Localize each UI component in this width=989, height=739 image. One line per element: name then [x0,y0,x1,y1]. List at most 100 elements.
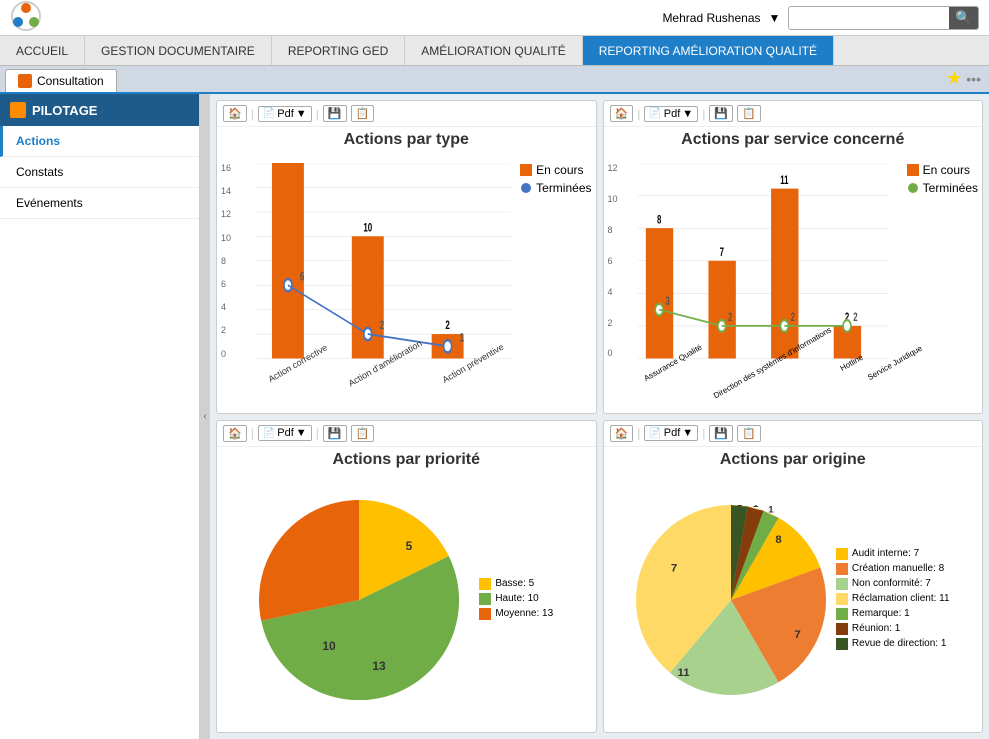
nav-gestion[interactable]: GESTION DOCUMENTAIRE [85,36,272,65]
copy-icon4: 📋 [742,427,756,440]
home-icon: 🏠 [228,107,242,120]
toolbar-sep2: | [316,107,319,121]
chart3-toolbar: 🏠 | 📄 Pdf ▼ | 💾 📋 [217,421,596,447]
chart2-legend-terminees-label: Terminées [923,181,978,195]
chart2-legend: En cours Terminées [907,163,978,195]
star-icon[interactable]: ★ [946,68,962,89]
search-input[interactable] [789,8,949,28]
nav-reporting-ged[interactable]: REPORTING GED [272,36,405,65]
chart3-copy-btn[interactable]: 📋 [351,425,375,442]
svg-text:1: 1 [768,505,774,516]
svg-text:13: 13 [373,659,387,673]
save-icon: 💾 [328,107,342,120]
sidebar-item-actions[interactable]: Actions [0,126,199,157]
chart2-copy-btn[interactable]: 📋 [737,105,761,122]
chart1-save-btn[interactable]: 💾 [323,105,347,122]
pdf-icon: 📄 [263,108,275,119]
chart-actions-par-priorite: 🏠 | 📄 Pdf ▼ | 💾 📋 Actions par priorité [216,420,597,734]
sidebar-collapse[interactable]: ‹ [200,94,210,739]
nav-accueil[interactable]: ACCUEIL [0,36,85,65]
chart1-title: Actions par type [221,131,592,149]
dots-icon[interactable]: ••• [966,71,981,87]
chart3-content: 5 10 13 Basse: 5 Haute: 10 [221,473,592,729]
svg-text:6: 6 [300,271,305,284]
copy-icon2: 📋 [742,107,756,120]
chart3-body: Actions par priorité 5 10 [217,447,596,733]
chart1-legend: En cours Terminées [520,163,591,195]
pdf-icon3: 📄 [263,428,275,439]
chart4-legend-creation-label: Création manuelle: 8 [852,563,944,574]
nav-amelioration[interactable]: AMÉLIORATION QUALITÉ [405,36,582,65]
sidebar: PILOTAGE Actions Constats Evénements [0,94,200,739]
chart3-legend-moyenne-label: Moyenne: 13 [495,608,553,619]
nav-bar: ACCUEIL GESTION DOCUMENTAIRE REPORTING G… [0,36,989,66]
search-button[interactable]: 🔍 [949,7,978,29]
chart2-save-btn[interactable]: 💾 [709,105,733,122]
sidebar-item-evenements[interactable]: Evénements [0,188,199,219]
chart2-title: Actions par service concerné [608,131,979,149]
home-icon3: 🏠 [228,427,242,440]
chart4-copy-btn[interactable]: 📋 [737,425,761,442]
chart3-legend-basse-label: Basse: 5 [495,578,534,589]
chart4-legend-nonconf-label: Non conformité: 7 [852,578,931,589]
svg-text:7: 7 [794,629,800,641]
chart1-copy-btn[interactable]: 📋 [351,105,375,122]
top-action-icons: ★ ••• [946,68,981,89]
chart2-home-btn[interactable]: 🏠 [610,105,634,122]
chart2-y-axis: 0 2 4 6 8 10 12 [608,163,618,359]
chart1-pdf-btn[interactable]: 📄 Pdf ▼ [258,106,312,122]
legend-en-cours-label: En cours [536,163,583,177]
chart3-pdf-btn[interactable]: 📄 Pdf ▼ [258,425,312,441]
chart1-pdf-label: Pdf [277,108,294,120]
chart3-home-btn[interactable]: 🏠 [223,425,247,442]
sidebar-item-constats[interactable]: Constats [0,157,199,188]
chart4-body: Actions par origine [604,447,983,733]
content-area: 🏠 | 📄 Pdf ▼ | 💾 📋 Actions par type 0 2 [210,94,989,739]
chart4-content: 8 7 11 7 1 1 1 Audit interne: 7 [608,473,979,729]
chart4-legend-remarque-label: Remarque: 1 [852,608,910,619]
nav-reporting-amelioration[interactable]: REPORTING AMÉLIORATION QUALITÉ [583,36,834,65]
chart3-save-btn[interactable]: 💾 [323,425,347,442]
chart4-pie: 8 7 11 7 1 1 1 [636,505,826,695]
svg-text:7: 7 [719,247,724,260]
chart2-body: Actions par service concerné 0 2 4 6 8 1… [604,127,983,413]
chart1-toolbar: 🏠 | 📄 Pdf ▼ | 💾 📋 [217,101,596,127]
chart2-legend-terminees: Terminées [907,181,978,195]
chart-actions-par-origine: 🏠 | 📄 Pdf ▼ | 💾 📋 Actions par origine [603,420,984,734]
chart3-pdf-label: Pdf [277,427,294,439]
home-icon4: 🏠 [615,427,629,440]
chart4-save-btn[interactable]: 💾 [709,425,733,442]
tab-label: Consultation [37,74,104,88]
svg-text:2: 2 [853,312,858,325]
chart3-pie: 5 10 13 [259,500,459,700]
chart1-pdf-arrow: ▼ [296,108,307,120]
pdf-icon4: 📄 [649,428,661,439]
chart4-home-btn[interactable]: 🏠 [610,425,634,442]
chart2-pdf-btn[interactable]: 📄 Pdf ▼ [644,106,698,122]
chart4-toolbar: 🏠 | 📄 Pdf ▼ | 💾 📋 [604,421,983,447]
chart2-legend-en-cours-label: En cours [923,163,970,177]
svg-text:11: 11 [677,667,690,679]
dropdown-arrow[interactable]: ▼ [769,11,781,25]
chart3-title: Actions par priorité [221,451,592,469]
save-icon3: 💾 [328,427,342,440]
search-bar: 🔍 [788,6,979,30]
chart1-svg: 16 10 2 6 2 [256,163,512,359]
chart4-legend: Audit interne: 7 Création manuelle: 8 No… [836,548,950,653]
svg-text:2: 2 [445,320,450,333]
chart4-legend-reclamation-label: Réclamation client: 11 [852,593,950,604]
chart4-pdf-label: Pdf [664,427,681,439]
legend-en-cours-color [520,164,532,176]
chart1-home-btn[interactable]: 🏠 [223,105,247,122]
svg-text:2: 2 [790,312,795,325]
legend-terminees-label: Terminées [536,181,591,195]
chart4-pdf-btn[interactable]: 📄 Pdf ▼ [644,425,698,441]
svg-text:10: 10 [363,222,372,235]
chart3-legend-haute: Haute: 10 [479,593,553,605]
svg-text:2: 2 [380,320,385,333]
logo [10,0,42,35]
chart4-legend-audit-label: Audit interne: 7 [852,548,919,559]
home-icon2: 🏠 [615,107,629,120]
tab-consultation[interactable]: Consultation [5,69,117,92]
save-icon2: 💾 [714,107,728,120]
